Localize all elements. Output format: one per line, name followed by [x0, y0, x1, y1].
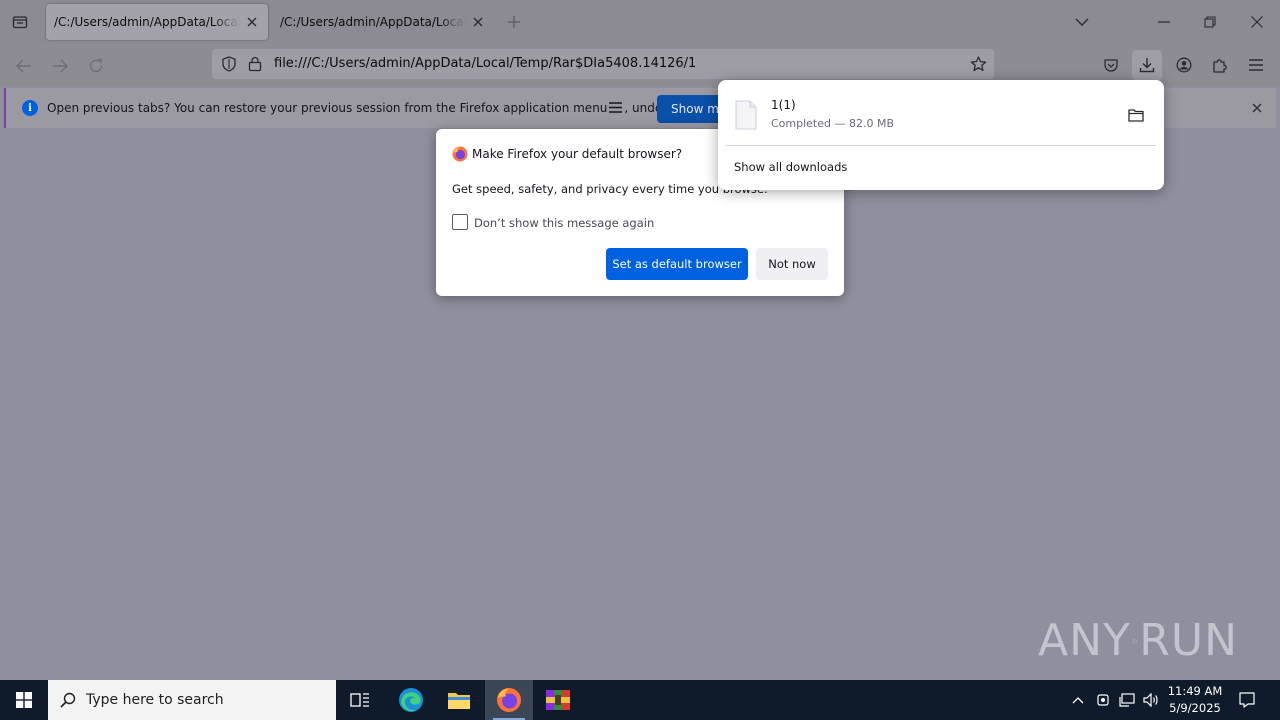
- windows-taskbar: Type here to search 11:49 AM 5/9/2025: [0, 680, 1280, 720]
- show-me-how-button[interactable]: Show me how: [657, 95, 727, 123]
- downloads-icon[interactable]: [1132, 50, 1162, 80]
- panel-separator: [726, 145, 1156, 146]
- url-bar[interactable]: file:///C:/Users/admin/AppData/Local/Tem…: [212, 49, 994, 79]
- checkbox-label[interactable]: Don’t show this message again: [474, 216, 654, 230]
- reload-icon[interactable]: [82, 52, 110, 80]
- file-icon: [735, 100, 757, 130]
- not-now-button[interactable]: Not now: [756, 248, 828, 280]
- network-icon[interactable]: [1116, 680, 1138, 720]
- anyrun-watermark: ANY RUN: [1038, 610, 1238, 672]
- clock-time: 11:49 AM: [1167, 684, 1223, 698]
- new-tab-plus-icon[interactable]: [504, 12, 524, 32]
- tab-title: /C:/Users/admin/AppData/Local/Temp/Rar$D…: [280, 15, 466, 29]
- shield-icon[interactable]: [220, 55, 238, 73]
- watermark-text-left: ANY: [1038, 615, 1131, 666]
- url-text[interactable]: file:///C:/Users/admin/AppData/Local/Tem…: [274, 56, 696, 71]
- open-folder-icon[interactable]: [1126, 106, 1146, 124]
- window-close-icon[interactable]: [1245, 10, 1269, 34]
- tab-strip: /C:/Users/admin/AppData/Local/Temp/Rar$D…: [0, 0, 1280, 44]
- extensions-puzzle-icon[interactable]: [1205, 50, 1235, 80]
- hamburger-menu-icon: [609, 101, 623, 116]
- download-file-name[interactable]: 1(1): [771, 98, 796, 112]
- firefox-view-icon[interactable]: [8, 10, 32, 34]
- page-info-icon[interactable]: [246, 55, 264, 73]
- notification-text-start: Open previous tabs? You can restore your…: [47, 101, 608, 115]
- meet-now-icon[interactable]: [1093, 680, 1113, 720]
- bookmark-star-icon[interactable]: [969, 55, 987, 73]
- search-icon: [60, 692, 76, 708]
- winrar-icon[interactable]: [534, 680, 582, 720]
- windows-start-icon[interactable]: [0, 680, 48, 720]
- forward-arrow-icon[interactable]: [46, 52, 74, 80]
- dont-show-again-checkbox[interactable]: [452, 214, 468, 230]
- play-logo-icon: [1133, 638, 1138, 644]
- tab-inactive[interactable]: /C:/Users/admin/AppData/Local/Temp/Rar$D…: [272, 4, 494, 40]
- set-default-browser-button[interactable]: Set as default browser: [606, 248, 748, 280]
- file-explorer-icon[interactable]: [435, 680, 483, 720]
- notification-message: Open previous tabs? You can restore your…: [47, 101, 716, 116]
- info-icon: i: [22, 100, 38, 116]
- system-clock[interactable]: 11:49 AM 5/9/2025: [1160, 683, 1230, 717]
- volume-icon[interactable]: [1140, 680, 1162, 720]
- notifications-icon[interactable]: [1236, 680, 1258, 720]
- account-icon[interactable]: [1169, 50, 1199, 80]
- show-all-downloads-link[interactable]: Show all downloads: [734, 160, 847, 174]
- close-icon[interactable]: [470, 14, 486, 30]
- back-arrow-icon[interactable]: [10, 52, 38, 80]
- close-icon[interactable]: [244, 14, 260, 30]
- dialog-title: Make Firefox your default browser?: [472, 147, 683, 161]
- search-placeholder: Type here to search: [86, 692, 224, 708]
- show-hidden-icons-chevron-up-icon[interactable]: [1068, 680, 1088, 720]
- taskbar-search-box[interactable]: Type here to search: [48, 680, 336, 720]
- edge-browser-icon[interactable]: [387, 680, 435, 720]
- restore-icon[interactable]: [1198, 10, 1222, 34]
- firefox-logo-icon: [452, 146, 468, 162]
- pocket-icon[interactable]: [1096, 50, 1126, 80]
- minimize-icon[interactable]: [1152, 10, 1176, 34]
- downloads-panel: 1(1) Completed — 82.0 MB Show all downlo…: [718, 80, 1164, 190]
- tab-title: /C:/Users/admin/AppData/Local/Temp/Rar$D…: [54, 15, 240, 29]
- tab-active[interactable]: /C:/Users/admin/AppData/Local/Temp/Rar$D…: [46, 4, 268, 40]
- clock-date: 5/9/2025: [1169, 701, 1221, 715]
- task-view-icon[interactable]: [336, 680, 384, 720]
- list-all-tabs-chevron-down-icon[interactable]: [1070, 10, 1094, 34]
- notification-close-icon[interactable]: [1249, 100, 1265, 116]
- firefox-taskbar-icon[interactable]: [485, 680, 533, 720]
- watermark-text-right: RUN: [1139, 615, 1238, 666]
- download-status: Completed — 82.0 MB: [771, 117, 895, 130]
- app-menu-hamburger-icon[interactable]: [1241, 50, 1271, 80]
